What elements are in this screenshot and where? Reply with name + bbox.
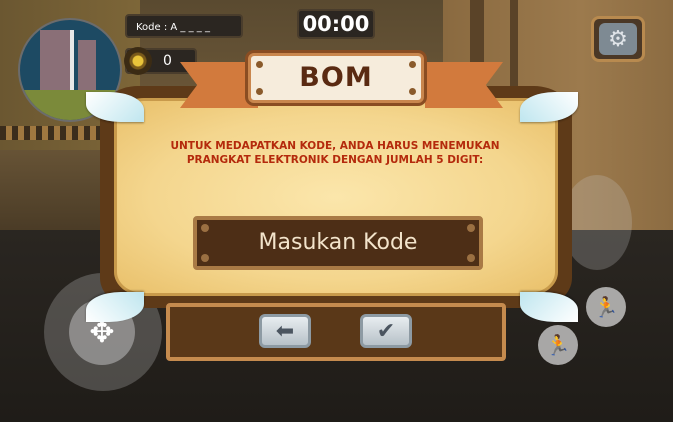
code-input-placeholder: Masukan Kode [258, 230, 418, 255]
runner-icon: 🏃 [593, 295, 619, 319]
coin-count: 0 [163, 53, 172, 69]
instruction-line: PRANGKAT ELEKTRONIK DENGAN JUMLAH 5 DIGI… [186, 154, 484, 166]
instruction-text: UNTUK MEDAPATKAN KODE, ANDA HARUS MENEMU… [135, 139, 535, 167]
code-progress-display: Kode : A _ _ _ _ [125, 14, 243, 38]
nail [201, 224, 209, 232]
nail [467, 224, 475, 232]
minimap-building [78, 40, 96, 90]
nail [201, 254, 209, 262]
back-button[interactable]: ⬅ [259, 314, 311, 348]
timer-display: 00:00 [297, 9, 375, 39]
coin-icon [124, 47, 152, 75]
nail [467, 254, 475, 262]
dialog-title-banner: BOM [248, 53, 424, 103]
bomb-code-dialog [100, 86, 572, 308]
dialog-title: BOM [299, 62, 373, 93]
confirm-button[interactable]: ✔ [360, 314, 412, 348]
gear-icon: ⚙ [599, 23, 637, 55]
checkmark-icon: ✔ [376, 318, 396, 344]
minimap-building [40, 30, 70, 90]
sprint-button[interactable]: 🏃 [586, 287, 626, 327]
code-input-field[interactable]: Masukan Kode [193, 216, 483, 270]
settings-button[interactable]: ⚙ [591, 16, 645, 62]
back-arrow-icon: ⬅ [275, 318, 295, 344]
camera-touchpad[interactable] [562, 175, 632, 270]
instruction-line: UNTUK MEDAPATKAN KODE, ANDA HARUS MENEMU… [170, 140, 500, 152]
run-button[interactable]: 🏃 [538, 325, 578, 365]
dialog-button-bar [166, 303, 506, 361]
runner-icon: 🏃 [545, 333, 571, 357]
